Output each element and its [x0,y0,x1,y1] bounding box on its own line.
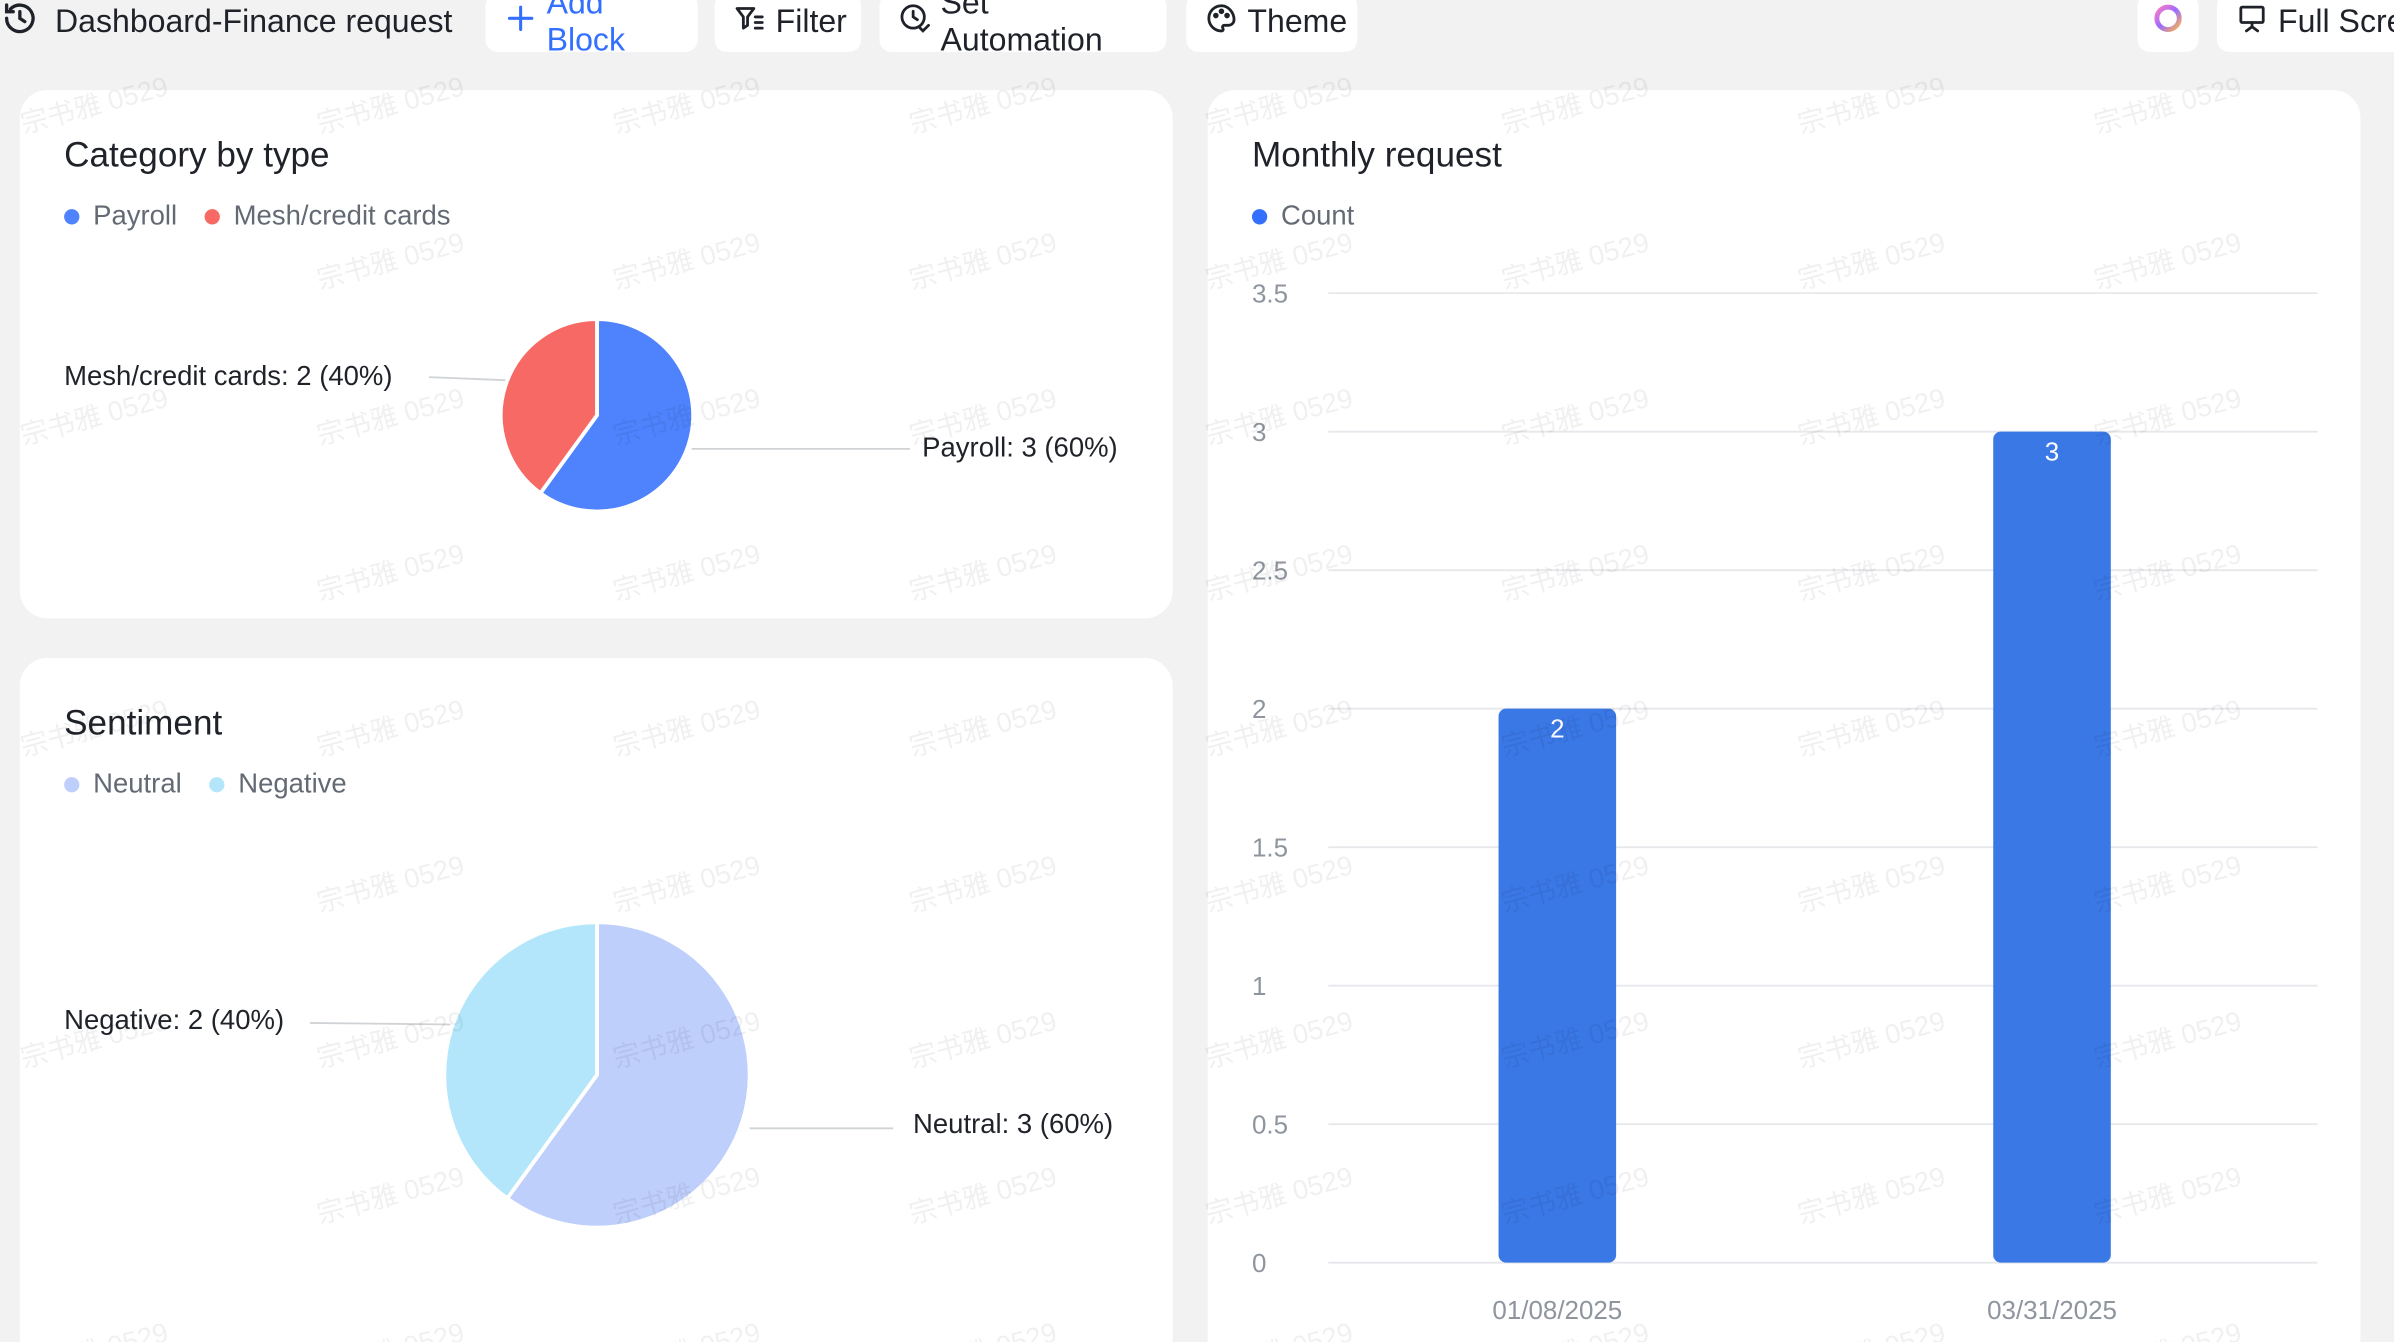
slice-label-negative: Negative: 2 (40%) [64,1004,285,1036]
bar-1[interactable] [1498,708,1617,1263]
sentiment-pie-chart [309,920,894,1230]
monthly-request-card[interactable]: Monthly request Count 0 0.5 1 1.5 2 2.5 3 3.5 2 0… [1207,90,2361,1342]
add-block-button[interactable]: Add Block [485,0,698,58]
theme-label: Theme [1247,4,1348,40]
y-tick-label: 1 [1252,973,1266,1001]
y-tick-label: 1.5 [1252,834,1288,862]
y-tick-label: 0 [1252,1250,1266,1278]
x-tick-label: 01/08/2025 [1492,1297,1622,1325]
theme-button[interactable]: Theme [1186,0,1358,52]
history-icon[interactable] [0,0,40,47]
leader-line [309,1022,451,1026]
set-automation-label: Set Automation [940,0,1103,59]
slice-label-neutral: Neutral: 3 (60%) [913,1108,1114,1139]
y-tick-label: 2 [1252,696,1266,724]
y-tick-label: 0.5 [1252,1111,1288,1139]
x-tick-label: 03/31/2025 [1987,1297,2117,1325]
plus-icon [504,2,538,45]
dashboard-title[interactable]: Dashboard-Finance request [0,0,452,46]
full-screen-label: Full Scre [2277,4,2394,40]
filter-icon [733,2,767,45]
slice-label-payroll: Payroll: 3 (60%) [922,432,1118,463]
leader-line [428,376,506,382]
y-tick-label: 3.5 [1252,280,1288,308]
ai-assistant-button[interactable] [2137,0,2199,52]
automation-clock-icon [898,2,932,45]
y-tick-label: 2.5 [1252,557,1288,585]
bar-value-label: 2 [1550,716,1564,744]
dashboard-title-text: Dashboard-Finance request [54,4,453,40]
filter-button[interactable]: Filter [714,0,862,52]
toolbar: Dashboard-Finance request Add Block Filt… [0,0,2394,58]
set-automation-button[interactable]: Set Automation [879,0,1167,58]
y-tick-label: 3 [1252,419,1266,447]
filter-label: Filter [775,4,847,40]
category-pie-chart [428,317,910,514]
slice-label-mesh: Mesh/credit cards: 2 (40%) [64,360,393,391]
ai-ring-icon [2151,2,2185,45]
full-screen-button[interactable]: Full Scre [2216,0,2394,52]
sentiment-card[interactable]: Sentiment Neutral Negative Negative: 2 (… [19,658,1173,1342]
monthly-bar-chart: 0 0.5 1 1.5 2 2.5 3 3.5 2 01/08/2025 3 03/31/2025 [1252,280,2318,1325]
add-block-label: Add Block [546,0,626,59]
category-by-type-card[interactable]: Category by type Payroll Mesh/credit car… [19,90,1173,619]
theme-palette-icon [1205,2,1239,45]
bar-2[interactable] [1993,431,2111,1263]
presentation-icon [2235,2,2269,45]
bar-value-label: 3 [2045,439,2059,467]
